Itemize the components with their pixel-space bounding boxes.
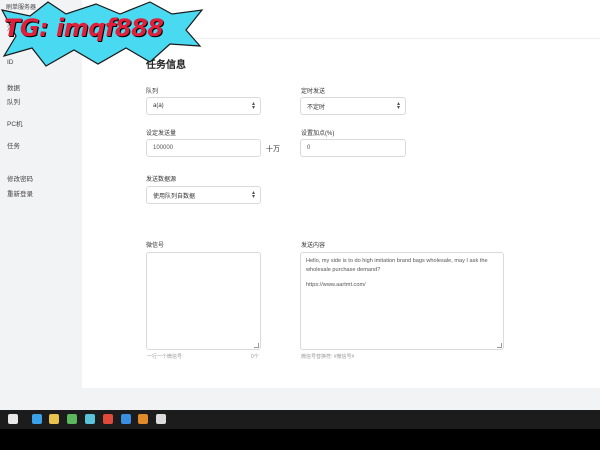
sidebar-item-pc[interactable]: PC机 [7, 118, 23, 128]
edge-icon[interactable] [32, 414, 42, 424]
main-panel: 任务信息 队列 a(a) ▴ ▾ 定时发送 不定时 ▴ ▾ 设定发送量 100000… [82, 38, 600, 388]
wechat-textarea[interactable] [146, 252, 261, 350]
chevron-updown-icon: ▴ ▾ [251, 101, 255, 111]
content-hint: 微信号替换符: #微信号# [301, 354, 355, 360]
schedule-label: 定时发送 [301, 89, 326, 95]
wechat-hint: 一行一个微信号 [147, 354, 183, 360]
app-blue-icon[interactable] [121, 414, 131, 424]
amount-input-value: 100000 [153, 145, 174, 151]
chevron-updown-icon: ▴ ▾ [251, 190, 255, 200]
content-label: 发送内容 [301, 243, 326, 249]
app-red-icon[interactable] [103, 414, 113, 424]
sidebar-item-change-password[interactable]: 修改密码 [7, 173, 33, 183]
sidebar-item-tasks[interactable]: 任务 [7, 140, 20, 150]
source-select[interactable]: 使用队列自数据 ▴ ▾ [146, 186, 261, 204]
app-orange-icon[interactable] [138, 414, 148, 424]
resize-grip-icon[interactable] [497, 343, 502, 348]
watermark: TG: imqf888 [0, 0, 205, 68]
schedule-select[interactable]: 不定时 ▴ ▾ [300, 97, 406, 115]
wechat-label: 微信号 [146, 243, 165, 249]
app-cyan-icon[interactable] [85, 414, 95, 424]
screen-bottom-bar [0, 429, 600, 450]
start-icon[interactable] [8, 414, 18, 424]
chevron-updown-icon: ▴ ▾ [396, 101, 400, 111]
wechat-count: 0个 [251, 354, 259, 360]
amount-input[interactable]: 100000 [146, 139, 261, 157]
taskbar [0, 410, 600, 429]
explorer-icon[interactable] [49, 414, 59, 424]
footer-area [0, 388, 600, 410]
app-green-icon[interactable] [67, 414, 77, 424]
source-select-value: 使用队列自数据 [153, 193, 196, 200]
source-label: 发送数据源 [146, 177, 177, 183]
ratio-input-value: 0 [307, 145, 311, 151]
queue-label: 队列 [146, 89, 159, 95]
app-white-icon[interactable] [156, 414, 166, 424]
amount-label: 设定发送量 [146, 131, 177, 137]
schedule-select-value: 不定时 [307, 104, 326, 111]
sidebar-item-data[interactable]: 数据 [7, 82, 20, 92]
content-text-line: Hello, my side is to do high imitation b… [306, 258, 488, 273]
sidebar-item-relogin[interactable]: 重新登录 [7, 188, 33, 198]
resize-grip-icon[interactable] [254, 343, 259, 348]
queue-select-value: a(a) [153, 103, 164, 109]
content-text-link: https://www.aartmt.com/ [306, 282, 366, 289]
ratio-input[interactable]: 0 [300, 139, 406, 157]
watermark-text: TG: imqf888 [4, 14, 164, 42]
sidebar-item-queue[interactable]: 队列 [7, 96, 20, 106]
content-textarea[interactable]: Hello, my side is to do high imitation b… [300, 252, 504, 350]
amount-suffix: 十万 [266, 146, 280, 153]
queue-select[interactable]: a(a) ▴ ▾ [146, 97, 261, 115]
ratio-label: 设置加点(%) [301, 131, 335, 137]
